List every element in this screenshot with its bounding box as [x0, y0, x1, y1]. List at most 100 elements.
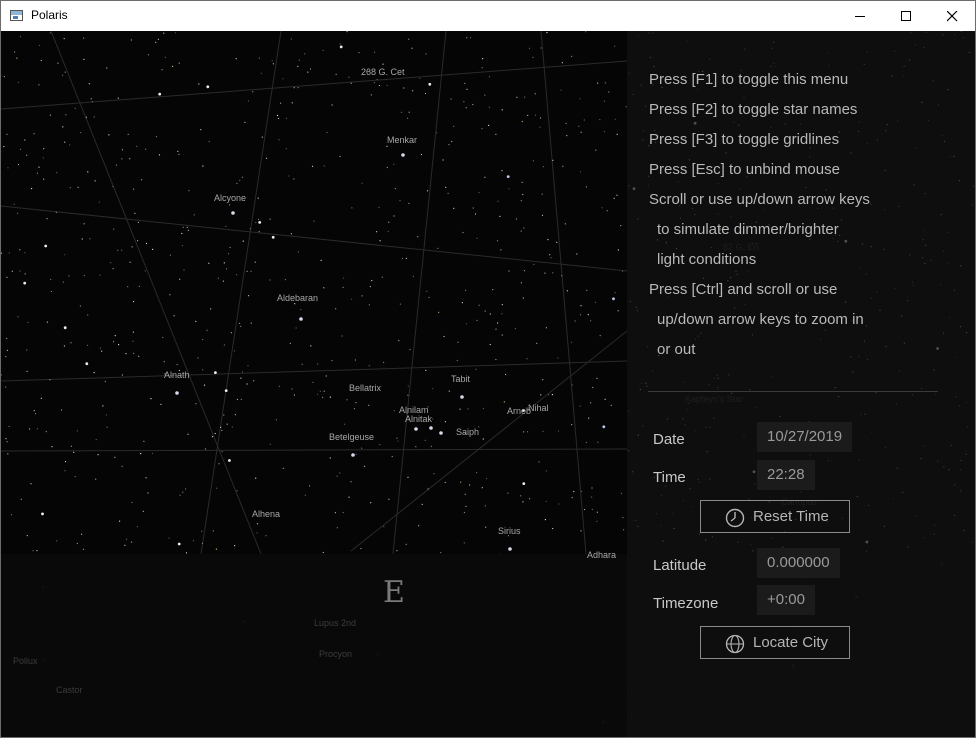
star-name-label: Castor — [56, 685, 83, 695]
star-dot — [557, 430, 560, 432]
star-dot — [236, 490, 238, 492]
star-dot — [143, 440, 145, 442]
star-dot — [368, 404, 370, 406]
maximize-button[interactable] — [883, 1, 929, 31]
star-dot — [131, 501, 133, 504]
star-dot — [354, 359, 356, 361]
star-dot — [291, 388, 293, 390]
reset-time-button[interactable]: Reset Time — [700, 500, 850, 533]
star-dot — [311, 165, 314, 167]
star-dot — [393, 163, 395, 165]
star-dot — [6, 349, 8, 351]
star-dot — [417, 236, 419, 238]
star-dot — [164, 56, 166, 58]
star-dot — [539, 126, 541, 128]
bright-star — [401, 153, 405, 157]
star-dot — [228, 204, 231, 206]
star-dot — [76, 430, 78, 432]
star-dot — [5, 438, 7, 440]
star-dot — [6, 441, 8, 443]
star-dot — [326, 131, 328, 134]
star-dot — [127, 286, 129, 288]
clock-icon — [725, 508, 745, 528]
star-dot — [472, 103, 474, 106]
locate-city-button[interactable]: Locate City — [700, 626, 850, 659]
star-dot — [459, 408, 461, 410]
help-line: Press [Ctrl] and scroll or use — [649, 281, 838, 298]
star-dot — [137, 221, 139, 223]
bright-star — [414, 427, 418, 431]
star-dot — [432, 387, 434, 390]
star-dot — [313, 220, 315, 222]
star-dot — [391, 455, 393, 458]
star-dot — [147, 492, 149, 494]
star-dot — [579, 314, 582, 316]
star-dot — [596, 511, 598, 513]
star-dot — [255, 477, 257, 479]
star-dot — [178, 153, 180, 155]
title-bar: Polaris — [1, 1, 975, 31]
date-field[interactable]: 10/27/2019 — [757, 422, 853, 452]
star-dot — [271, 235, 275, 239]
star-dot — [89, 238, 91, 240]
star-dot — [462, 231, 464, 234]
star-dot — [432, 418, 434, 420]
star-dot — [606, 210, 608, 212]
star-dot — [393, 410, 395, 412]
star-dot — [426, 290, 428, 292]
latitude-field[interactable]: 0.000000 — [757, 548, 840, 578]
star-dot — [140, 453, 142, 455]
star-dot — [307, 71, 309, 73]
close-button[interactable] — [929, 1, 975, 31]
minimize-icon — [855, 16, 865, 17]
star-dot — [297, 65, 299, 67]
star-dot — [125, 538, 128, 540]
maximize-icon — [901, 11, 911, 21]
star-name-label: Alhena — [252, 509, 281, 519]
help-line: Scroll or use up/down arrow keys — [649, 191, 870, 208]
minimize-button[interactable] — [837, 1, 883, 31]
star-dot — [38, 84, 40, 86]
reset-time-label: Reset Time — [753, 508, 829, 525]
star-dot — [317, 363, 319, 365]
star-dot — [496, 240, 499, 242]
star-dot — [472, 207, 474, 209]
star-dot — [198, 83, 200, 85]
star-dot — [351, 207, 353, 209]
star-dot — [486, 477, 488, 480]
star-dot — [476, 319, 478, 321]
time-field[interactable]: 22:28 — [757, 460, 815, 490]
star-dot — [125, 353, 127, 355]
bright-star — [231, 211, 235, 215]
star-dot — [381, 276, 383, 278]
star-dot — [244, 121, 246, 123]
star-dot — [358, 52, 360, 54]
star-dot — [224, 389, 228, 392]
star-dot — [229, 246, 231, 249]
star-dot — [129, 261, 131, 263]
star-dot — [85, 116, 87, 118]
star-dot — [484, 310, 486, 312]
star-dot — [50, 278, 52, 280]
star-dot — [278, 117, 280, 120]
star-dot — [335, 73, 337, 75]
star-dot — [150, 398, 152, 400]
star-dot — [157, 38, 159, 40]
star-dot — [489, 313, 491, 315]
star-dot — [526, 358, 528, 360]
star-dot — [489, 343, 491, 346]
star-dot — [621, 270, 624, 272]
star-dot — [464, 82, 466, 84]
star-dot — [461, 302, 463, 304]
timezone-field[interactable]: +0:00 — [757, 585, 815, 615]
star-dot — [597, 441, 599, 443]
sky-viewport[interactable]: E 268 G. CetMenkarAlcyone82 G. EriAldeba… — [1, 31, 975, 737]
star-dot — [564, 223, 566, 225]
star-dot — [447, 192, 449, 194]
star-dot — [247, 365, 249, 367]
star-dot — [424, 92, 427, 95]
star-dot — [383, 526, 385, 528]
bright-star — [351, 453, 355, 457]
star-dot — [197, 357, 199, 359]
star-dot — [520, 282, 523, 284]
